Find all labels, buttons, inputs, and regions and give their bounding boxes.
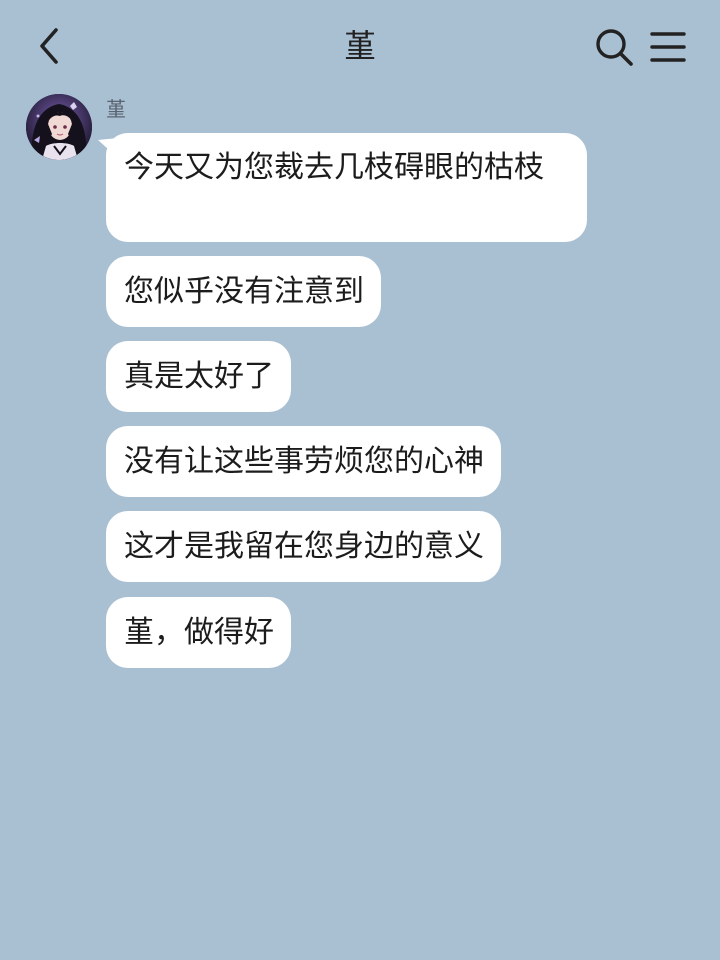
- hamburger-menu-icon: [650, 32, 686, 62]
- message-text: 您似乎没有注意到: [124, 273, 364, 309]
- sender-name: 堇: [106, 97, 126, 121]
- message-text: 堇，做得好: [124, 614, 274, 650]
- character-portrait-icon: [26, 94, 92, 160]
- search-icon: [596, 29, 633, 66]
- message-bubble[interactable]: 这才是我留在您身边的意义: [106, 511, 501, 582]
- message-bubble[interactable]: 您似乎没有注意到: [106, 256, 381, 327]
- message-text: 今天又为您裁去几枝碍眼的枯枝: [124, 150, 544, 185]
- message-bubble[interactable]: 没有让这些事劳烦您的心神: [106, 426, 501, 497]
- top-bar: 堇: [0, 0, 720, 92]
- chat-title: 堇: [343, 27, 376, 65]
- message-bubble[interactable]: 真是太好了: [106, 341, 291, 412]
- search-button[interactable]: [594, 27, 634, 67]
- message-bubble[interactable]: 今天又为您裁去几枝碍眼的枯枝: [106, 133, 587, 242]
- avatar[interactable]: [26, 94, 92, 160]
- back-button[interactable]: [30, 24, 70, 68]
- menu-button[interactable]: [648, 28, 688, 66]
- message-bubble[interactable]: 堇，做得好: [106, 597, 291, 668]
- message-text: 这才是我留在您身边的意义: [124, 528, 484, 564]
- message-text: 没有让这些事劳烦您的心神: [124, 443, 484, 479]
- chevron-left-icon: [40, 28, 58, 64]
- message-text: 真是太好了: [124, 358, 274, 394]
